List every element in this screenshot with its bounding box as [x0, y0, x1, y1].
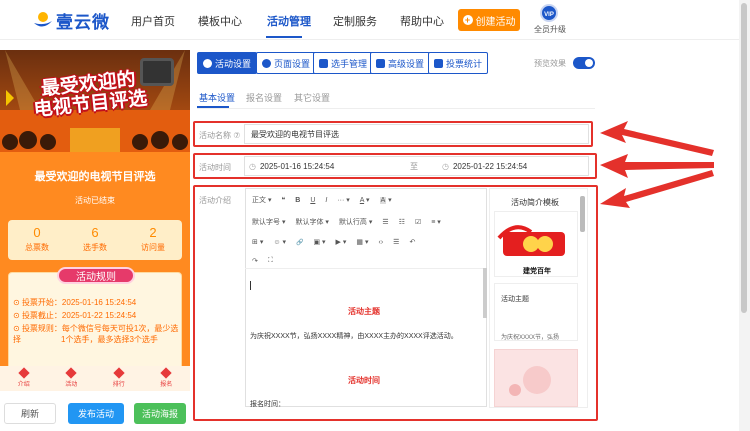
rule-end: ⊙ 投票截止：2025-01-22 15:24:54 — [13, 311, 137, 320]
nav-active-indicator — [266, 36, 302, 38]
annotation-arrows — [600, 121, 714, 208]
highlight-frame-intro — [193, 185, 598, 421]
gear-icon — [262, 58, 271, 68]
poster-button[interactable]: 活动海报 — [134, 403, 186, 424]
ranking-icon — [113, 367, 125, 379]
rule-start: ⊙ 投票开始：2025-01-16 15:24:54 — [13, 298, 137, 307]
preview-rules: 活动规则 ⊙ 投票开始：2025-01-16 15:24:54 ⊙ 投票截止：2… — [8, 267, 182, 374]
bottom-nav-signup[interactable]: 报名 — [143, 366, 191, 391]
subtab-divider — [197, 108, 595, 109]
mobile-preview: 最受欢迎的 电视节目评选 最受欢迎的电视节目评选 活动已结束 0 总票数 6 选… — [0, 50, 190, 391]
tab-page-settings[interactable]: 页面设置 — [256, 52, 317, 74]
create-activity-button[interactable]: + 创建活动 — [458, 9, 520, 31]
preview-toggle[interactable] — [573, 57, 595, 69]
nav-activity-management[interactable]: 活动管理 — [267, 13, 311, 29]
bar-chart-icon — [434, 58, 443, 68]
bottom-nav-activity[interactable]: 活动 — [48, 366, 96, 391]
signup-icon — [160, 367, 172, 379]
logo[interactable]: 壹云微 — [32, 8, 110, 33]
activity-icon — [65, 367, 77, 379]
bottom-nav-ranking[interactable]: 排行 — [95, 366, 143, 391]
preview-stats: 0 总票数 6 选手数 2 访问量 — [8, 220, 182, 260]
logo-icon — [32, 11, 52, 31]
plus-icon: + — [462, 15, 473, 25]
preview-bottom-nav: 介绍 活动 排行 报名 — [0, 366, 190, 391]
rules-heading: 活动规则 — [57, 267, 135, 284]
top-navbar: 壹云微 用户首页 模板中心 活动管理 定制服务 帮助中心 + 创建活动 VIP … — [0, 0, 750, 40]
logo-text: 壹云微 — [56, 13, 110, 32]
subtab-other[interactable]: 其它设置 — [294, 91, 330, 104]
preview-activity-status: 活动已结束 — [75, 196, 115, 205]
users-icon — [319, 58, 328, 68]
subtab-basic[interactable]: 基本设置 — [199, 91, 235, 104]
nav-home[interactable]: 用户首页 — [131, 13, 175, 29]
nav-templates[interactable]: 模板中心 — [198, 13, 242, 29]
nav-help-center[interactable]: 帮助中心 — [400, 13, 444, 29]
gear-icon — [203, 58, 212, 68]
intro-icon — [18, 367, 30, 379]
sliders-icon — [376, 58, 385, 68]
subtab-signup[interactable]: 报名设置 — [246, 91, 282, 104]
bottom-nav-intro[interactable]: 介绍 — [0, 366, 48, 391]
stat-contestants: 6 选手数 — [83, 225, 107, 252]
nav-custom-service[interactable]: 定制服务 — [333, 13, 377, 29]
tab-advanced-settings[interactable]: 高级设置 — [370, 52, 431, 74]
vip-label: 全员升级 — [534, 25, 566, 34]
refresh-button[interactable]: 刷新 — [4, 403, 56, 424]
stat-total-votes: 0 总票数 — [25, 225, 49, 252]
preview-toggle-label: 预览效果 — [534, 59, 566, 68]
tab-activity-settings[interactable]: 活动设置 — [197, 52, 258, 74]
create-activity-label: 创建活动 — [475, 16, 516, 28]
stat-visits: 2 访问量 — [141, 225, 165, 252]
highlight-frame-time — [193, 153, 597, 179]
vip-icon: VIP — [540, 4, 558, 22]
preview-activity-title: 最受欢迎的电视节目评选 — [34, 171, 156, 183]
publish-button[interactable]: 发布活动 — [68, 403, 124, 424]
tab-contestant-management[interactable]: 选手管理 — [313, 52, 374, 74]
preview-banner: 最受欢迎的 电视节目评选 — [0, 50, 190, 152]
tab-vote-statistics[interactable]: 投票统计 — [428, 52, 489, 74]
page-scroll-thumb[interactable] — [741, 3, 747, 313]
vip-upgrade[interactable]: VIP 全员升级 — [534, 4, 566, 35]
rule-voting-cont: 1个选手，最多选择3个选手 — [61, 335, 158, 344]
highlight-frame-name — [193, 121, 593, 147]
page-scrollbar[interactable] — [739, 0, 750, 431]
